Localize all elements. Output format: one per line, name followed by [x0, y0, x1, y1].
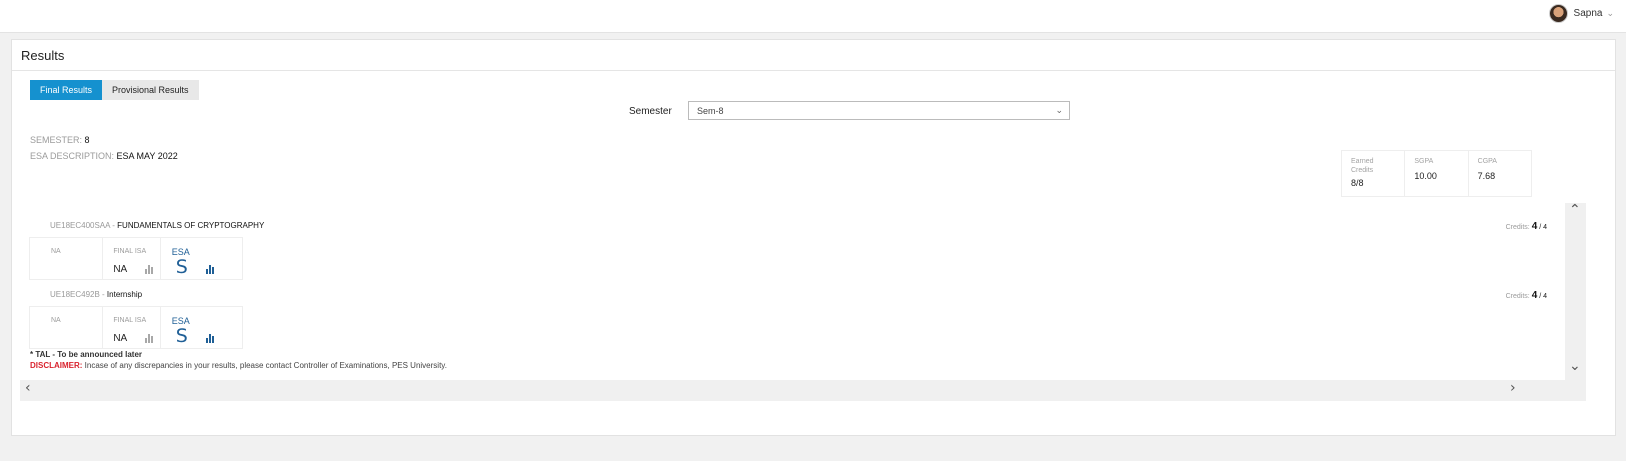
esa-cell: ESA S	[161, 307, 242, 348]
course-title: UE18EC492B - Internship	[50, 290, 142, 299]
course-title: UE18EC400SAA - FUNDAMENTALS OF CRYPTOGRA…	[50, 221, 264, 230]
user-menu[interactable]: Sapna ⌄	[1548, 4, 1614, 23]
earned-credits-value: 8/8	[1351, 178, 1364, 188]
course-name: Internship	[106, 290, 143, 299]
semester-value: 8	[84, 135, 90, 145]
course-credits: Credits: 4 / 4	[1506, 221, 1547, 232]
course-code: UE18EC492B	[50, 290, 100, 299]
disclaimer-label: DISCLAIMER:	[30, 361, 83, 370]
gpa-summary: Earned Credits 8/8 SGPA 10.00 CGPA 7.68	[1341, 150, 1532, 197]
results-tabs: Final Results Provisional Results	[30, 80, 199, 100]
grade-col-1: NA	[30, 307, 104, 348]
results-panel: Results Final Results Provisional Result…	[11, 39, 1616, 436]
bar-chart-icon[interactable]	[145, 265, 154, 274]
sgpa-label: SGPA	[1414, 158, 1434, 165]
final-isa-value: NA	[113, 333, 128, 344]
course-credits: Credits: 4 / 4	[1506, 290, 1547, 301]
earned-credits-label: Earned Credits	[1351, 158, 1374, 174]
page-title: Results	[21, 48, 65, 63]
credits-label: Credits:	[1505, 224, 1530, 231]
cgpa-label: CGPA	[1477, 158, 1497, 165]
final-isa-label: FINAL ISA	[113, 248, 147, 255]
top-bar: Sapna ⌄	[0, 0, 1626, 33]
grade-box: NA FINAL ISA NA ESA S	[29, 306, 243, 349]
semester-label: Semester	[629, 106, 672, 117]
credits-total: / 4	[1537, 224, 1547, 231]
semester-selected-value: Sem-8	[697, 105, 724, 116]
esa-description-key: ESA DESCRIPTION:	[30, 151, 115, 161]
courses-scroll-area[interactable]: UE18EC400SAA - FUNDAMENTALS OF CRYPTOGRA…	[20, 202, 1586, 401]
semester-key: SEMESTER:	[30, 135, 83, 145]
chevron-right-icon[interactable]: ›	[1510, 380, 1516, 396]
cgpa-cell: CGPA 7.68	[1469, 151, 1531, 196]
sgpa-value: 10.00	[1414, 171, 1437, 181]
esa-cell: ESA S	[161, 238, 242, 279]
grade-box: NA FINAL ISA NA ESA S	[29, 237, 243, 280]
esa-description-value: ESA MAY 2022	[116, 151, 178, 161]
chevron-up-icon[interactable]: ⌃	[1569, 202, 1581, 218]
final-isa-cell: FINAL ISA NA	[103, 238, 161, 279]
final-isa-label: FINAL ISA	[113, 317, 147, 324]
tab-final-results[interactable]: Final Results	[30, 80, 103, 100]
courses-list: UE18EC400SAA - FUNDAMENTALS OF CRYPTOGRA…	[20, 203, 1565, 380]
grade-col-1-value: NA	[51, 248, 61, 255]
course-name: FUNDAMENTALS OF CRYPTOGRAPHY	[117, 221, 265, 230]
esa-grade: S	[175, 256, 188, 278]
grade-col-1: NA	[30, 238, 104, 279]
cgpa-value: 7.68	[1477, 171, 1496, 181]
bar-chart-icon[interactable]	[145, 334, 154, 343]
bar-chart-icon[interactable]	[205, 334, 214, 343]
esa-grade: S	[175, 325, 188, 347]
course-code: UE18EC400SAA	[50, 221, 111, 230]
disclaimer-text: Incase of any discrepancies in your resu…	[82, 361, 447, 370]
vertical-scrollbar[interactable]: ⌃ ⌄	[1565, 202, 1586, 380]
grade-col-1-value: NA	[51, 317, 61, 324]
final-isa-cell: FINAL ISA NA	[103, 307, 161, 348]
course-separator: -	[99, 290, 107, 299]
credits-total: / 4	[1537, 293, 1547, 300]
tab-provisional-results[interactable]: Provisional Results	[102, 80, 199, 100]
chevron-down-icon: ⌄	[1606, 8, 1614, 18]
earned-credits-cell: Earned Credits 8/8	[1342, 151, 1406, 196]
horizontal-scrollbar[interactable]: ‹ ›	[20, 380, 1586, 401]
chevron-left-icon[interactable]: ‹	[25, 380, 31, 396]
disclaimer: DISCLAIMER: Incase of any discrepancies …	[30, 361, 447, 370]
user-name: Sapna	[1573, 8, 1603, 19]
avatar	[1548, 4, 1568, 23]
tal-footnote: * TAL - To be announced later	[30, 350, 143, 359]
divider	[12, 70, 1615, 71]
semester-select[interactable]: Sem-8 ⌄	[688, 101, 1070, 120]
chevron-down-icon: ⌄	[1055, 105, 1063, 115]
esa-description-meta: ESA DESCRIPTION: ESA MAY 2022	[30, 151, 178, 161]
bar-chart-icon[interactable]	[205, 265, 214, 274]
sgpa-cell: SGPA 10.00	[1405, 151, 1469, 196]
chevron-down-icon[interactable]: ⌄	[1569, 358, 1581, 374]
final-isa-value: NA	[113, 264, 128, 275]
credits-label: Credits:	[1505, 293, 1530, 300]
semester-meta: SEMESTER: 8	[30, 135, 90, 145]
